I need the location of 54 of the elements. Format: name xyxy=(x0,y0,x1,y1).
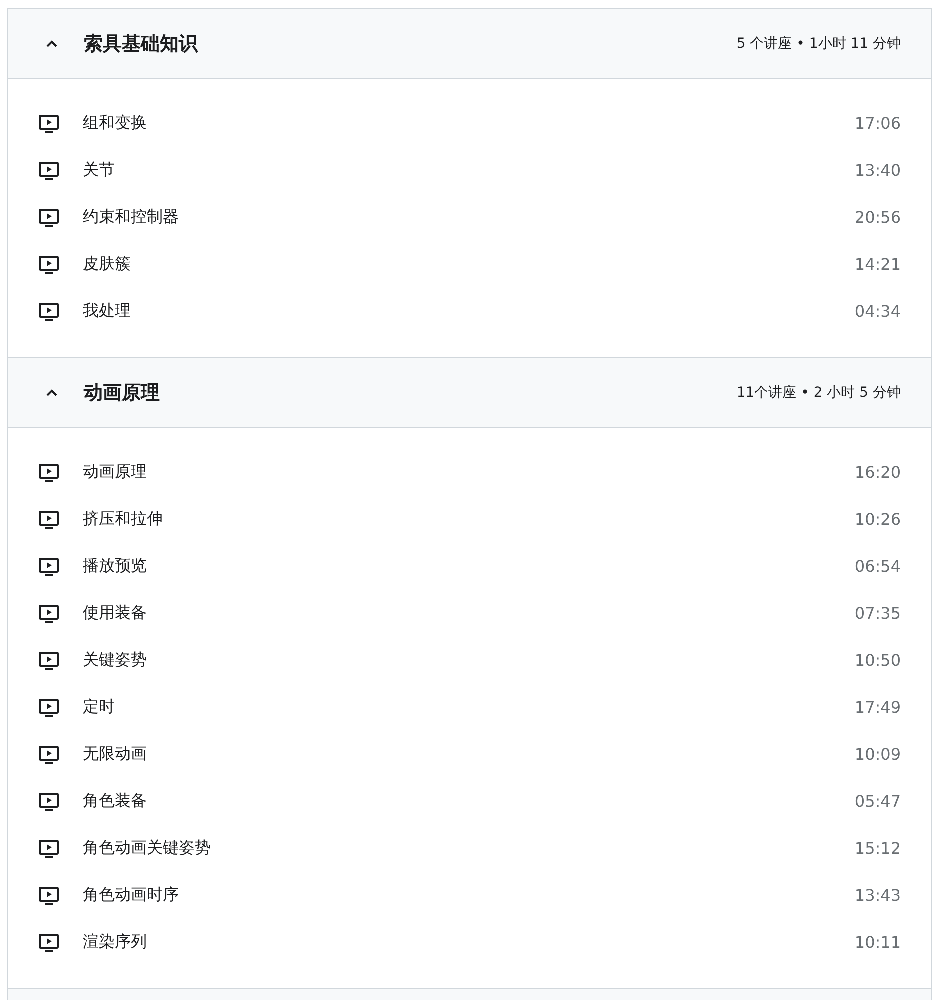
lecture-duration: 10:26 xyxy=(854,510,901,529)
lecture-title[interactable]: 我处理 xyxy=(83,301,855,322)
video-icon xyxy=(39,934,59,952)
lecture-title[interactable]: 播放预览 xyxy=(83,556,855,577)
lecture-title[interactable]: 定时 xyxy=(83,697,855,718)
video-icon xyxy=(39,302,59,320)
lecture-duration: 15:12 xyxy=(854,839,901,858)
section-title: 索具基础知识 xyxy=(84,32,200,56)
video-icon xyxy=(39,698,59,716)
lecture-duration: 17:06 xyxy=(854,114,901,133)
video-icon xyxy=(39,792,59,810)
lecture-duration: 13:43 xyxy=(854,886,901,905)
lecture-title[interactable]: 角色动画关键姿势 xyxy=(83,838,855,859)
lecture-duration: 16:20 xyxy=(854,463,901,482)
video-icon xyxy=(39,840,59,858)
lecture-title[interactable]: 皮肤簇 xyxy=(83,254,855,275)
video-icon xyxy=(39,604,59,622)
lecture-title[interactable]: 无限动画 xyxy=(83,744,855,765)
video-icon xyxy=(39,652,59,670)
lecture-duration: 14:21 xyxy=(854,255,901,274)
lecture-duration: 20:56 xyxy=(854,208,901,227)
video-icon xyxy=(39,208,59,226)
video-icon xyxy=(39,256,59,274)
video-icon xyxy=(39,114,59,132)
section-header[interactable]: 索具基础知识 5 个讲座 • 1小时 11 分钟 xyxy=(8,9,931,79)
lecture-duration: 10:50 xyxy=(854,651,901,670)
section-title: 动画原理 xyxy=(84,380,161,406)
lecture-title[interactable]: 使用装备 xyxy=(83,603,855,624)
lecture-duration: 10:11 xyxy=(854,933,901,952)
video-icon xyxy=(39,510,59,528)
lecture-title[interactable]: 约束和控制器 xyxy=(83,207,855,228)
lecture-duration: 13:40 xyxy=(854,161,901,180)
lecture-title[interactable]: 关节 xyxy=(83,160,855,181)
video-icon xyxy=(39,464,59,482)
section-header[interactable]: 动画原理 11个讲座 • 2 小时 5 分钟 xyxy=(8,357,931,428)
lecture-duration: 05:47 xyxy=(854,792,901,811)
lecture-duration: 17:49 xyxy=(854,698,901,717)
section-meta: 11个讲座 • 2 小时 5 分钟 xyxy=(736,384,901,402)
lecture-title[interactable]: 挤压和拉伸 xyxy=(83,509,855,530)
lecture-duration: 06:54 xyxy=(854,557,901,576)
video-icon xyxy=(39,162,59,180)
section-meta: 5 个讲座 • 1小时 11 分钟 xyxy=(736,34,901,52)
lecture-duration: 04:34 xyxy=(854,302,901,321)
video-icon xyxy=(39,558,59,576)
video-icon xyxy=(39,886,59,904)
lecture-title[interactable]: 角色装备 xyxy=(83,791,855,812)
lecture-title[interactable]: 动画原理 xyxy=(83,462,855,483)
lecture-duration: 07:35 xyxy=(854,604,901,623)
lecture-title[interactable]: 渲染序列 xyxy=(83,932,855,953)
video-icon xyxy=(39,746,59,764)
lecture-title[interactable]: 角色动画时序 xyxy=(83,885,855,906)
lecture-title[interactable]: 组和变换 xyxy=(83,113,855,134)
lecture-title[interactable]: 关键姿势 xyxy=(83,650,855,671)
lecture-duration: 10:09 xyxy=(854,745,901,764)
